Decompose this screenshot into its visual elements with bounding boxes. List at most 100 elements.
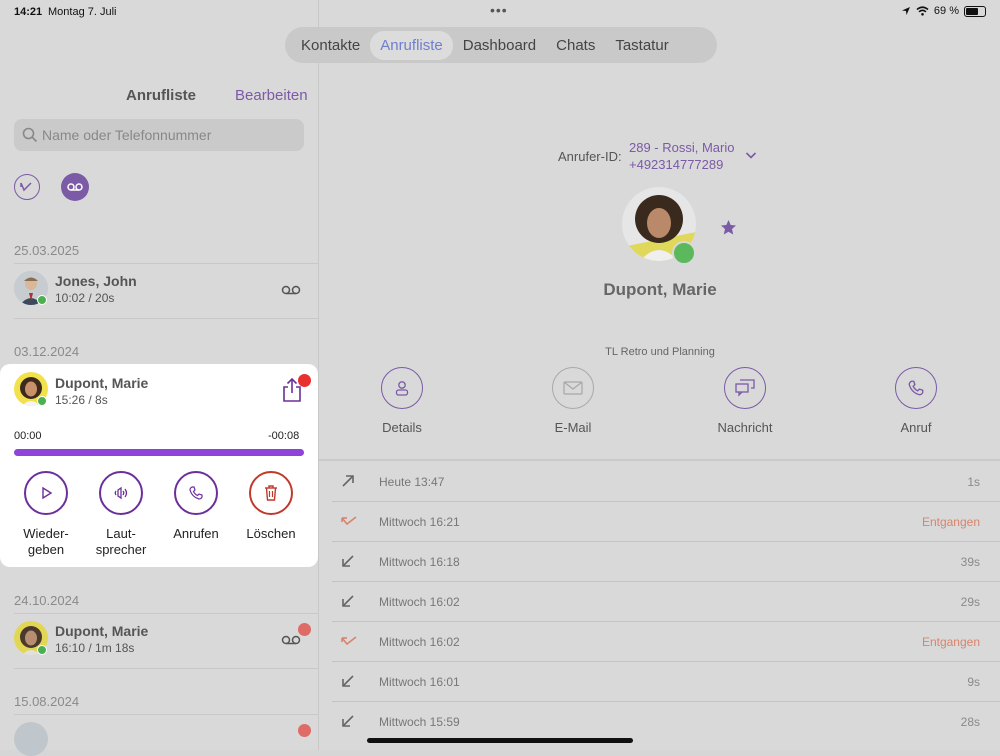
history-duration: 1s [967, 475, 980, 489]
history-time: Mittwoch 16:02 [379, 635, 460, 649]
history-duration: Entgangen [921, 515, 980, 529]
remaining-time: -00:08 [268, 430, 300, 442]
incoming-call-icon [342, 555, 354, 567]
details-label: Details [382, 420, 422, 435]
message-label: Nachricht [717, 420, 773, 435]
unread-badge [298, 374, 311, 387]
page-title: Anrufliste [126, 87, 197, 104]
location-icon [901, 7, 910, 15]
chat-icon [735, 379, 755, 397]
battery-icon [964, 5, 986, 17]
search-input[interactable]: Name oder Telefonnummer [14, 119, 304, 151]
home-indicator[interactable] [367, 738, 633, 743]
section-date: 15.08.2024 [14, 694, 80, 709]
contact-name: Dupont, Marie [603, 280, 717, 299]
divider [14, 318, 318, 319]
trash-icon [265, 485, 277, 501]
voicemail-icon[interactable] [281, 635, 301, 645]
message-button[interactable] [724, 367, 766, 409]
status-icons: 69 % [901, 5, 986, 17]
history-duration: 39s [960, 555, 980, 569]
speaker-button[interactable] [99, 471, 143, 515]
history-duration: 28s [960, 715, 980, 729]
tab-anrufliste[interactable]: Anrufliste [370, 30, 453, 60]
tab-dashboard[interactable]: Dashboard [453, 31, 546, 60]
main-tabs: Kontakte Anrufliste Dashboard Chats Tast… [285, 27, 717, 63]
presence-online-badge [37, 645, 47, 655]
divider [14, 613, 318, 614]
history-row[interactable]: Mittwoch 16:18 39s [332, 542, 1000, 582]
mail-icon [563, 381, 583, 395]
tab-chats[interactable]: Chats [546, 31, 605, 60]
call-detail: 10:02 / 20s [55, 291, 115, 305]
history-duration: Entgangen [921, 635, 980, 649]
tab-tastatur[interactable]: Tastatur [605, 31, 678, 60]
speaker-icon [114, 486, 128, 500]
phone-icon [908, 380, 924, 396]
email-label: E-Mail [554, 420, 592, 435]
playback-progress-fill [14, 449, 304, 456]
caller-id-number[interactable]: +492314777289 [629, 157, 723, 172]
incoming-call-icon [342, 715, 354, 727]
call-detail: 15:26 / 8s [55, 393, 108, 407]
caller-id-name[interactable]: 289 - Rossi, Mario [629, 140, 734, 155]
incoming-call-icon [342, 595, 354, 607]
call-label: Anruf [900, 420, 932, 435]
delete-button[interactable] [249, 471, 293, 515]
call-button[interactable] [174, 471, 218, 515]
history-time: Mittwoch 16:21 [379, 515, 460, 529]
edit-button[interactable]: Bearbeiten [235, 87, 308, 104]
history-row[interactable]: Mittwoch 16:01 9s [332, 662, 1000, 702]
speaker-label: Laut- sprecher [95, 526, 147, 557]
unread-badge [298, 724, 311, 737]
presence-online-badge [37, 396, 47, 406]
missed-calls-filter-button[interactable] [14, 174, 40, 200]
contact-name: Dupont, Marie [55, 623, 149, 639]
play-button[interactable] [24, 471, 68, 515]
favorite-star-icon[interactable] [720, 219, 737, 236]
email-button[interactable] [552, 367, 594, 409]
outgoing-call-icon [342, 475, 354, 487]
contact-status: TL Retro und Planning [605, 346, 715, 358]
history-time: Mittwoch 16:18 [379, 555, 460, 569]
voicemail-icon [67, 183, 83, 191]
status-bar: 14:21 Montag 7. Juli ••• 69 % [0, 0, 1000, 24]
history-row[interactable]: Mittwoch 16:02 29s [332, 582, 1000, 622]
delete-label: Löschen [246, 526, 296, 541]
chevron-down-icon[interactable] [745, 150, 757, 160]
contact-name: Dupont, Marie [55, 375, 149, 391]
missed-call-icon [341, 636, 357, 646]
voicemail-filter-button[interactable] [61, 173, 89, 201]
search-placeholder: Name oder Telefonnummer [42, 127, 212, 143]
section-date: 25.03.2025 [14, 243, 80, 258]
history-time: Mittwoch 16:02 [379, 595, 460, 609]
history-duration: 29s [960, 595, 980, 609]
status-time: 14:21 [14, 6, 43, 18]
play-label: Wieder- geben [23, 526, 69, 557]
history-row[interactable]: Mittwoch 15:59 28s [332, 702, 1000, 742]
missed-call-icon [20, 182, 32, 192]
status-date: Montag 7. Juli [48, 6, 117, 18]
presence-online-badge [672, 241, 696, 265]
multitasking-dots-icon[interactable]: ••• [490, 2, 508, 18]
avatar [14, 722, 48, 756]
incoming-call-icon [342, 675, 354, 687]
history-time: Heute 13:47 [379, 475, 445, 489]
call-label: Anrufen [173, 526, 219, 541]
history-row[interactable]: Mittwoch 16:21 Entgangen [332, 502, 1000, 542]
presence-online-badge [37, 295, 47, 305]
call-button[interactable] [895, 367, 937, 409]
history-row[interactable]: Heute 13:47 1s [332, 462, 1000, 502]
caller-id-label: Anrufer-ID: [558, 149, 622, 164]
details-button[interactable] [381, 367, 423, 409]
history-time: Mittwoch 16:01 [379, 675, 460, 689]
section-date: 24.10.2024 [14, 593, 80, 608]
play-icon [42, 486, 53, 500]
divider [319, 459, 1000, 461]
unread-badge [298, 623, 311, 636]
voicemail-icon[interactable] [281, 285, 301, 295]
history-row[interactable]: Mittwoch 16:02 Entgangen [332, 622, 1000, 662]
history-time: Mittwoch 15:59 [379, 715, 460, 729]
tab-kontakte[interactable]: Kontakte [291, 31, 370, 60]
section-date: 03.12.2024 [14, 344, 80, 359]
